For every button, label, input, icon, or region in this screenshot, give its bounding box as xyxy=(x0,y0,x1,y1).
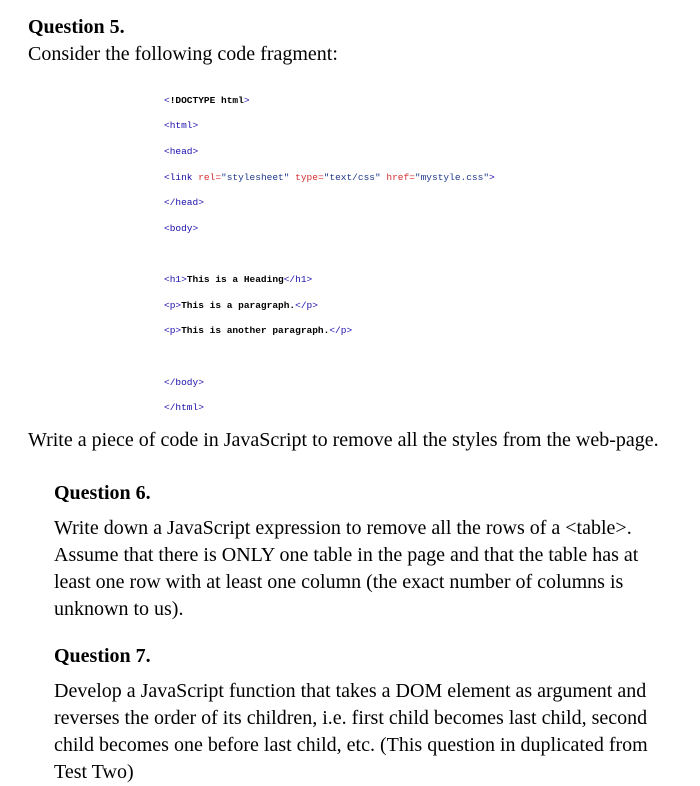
code-line: <!DOCTYPE html> xyxy=(164,95,672,108)
question-7-body: Develop a JavaScript function that takes… xyxy=(54,678,672,786)
question-6: Question 6. Write down a JavaScript expr… xyxy=(28,482,672,623)
question-6-heading: Question 6. xyxy=(54,482,672,505)
code-line: <body> xyxy=(164,223,672,236)
code-line: <h1>This is a Heading</h1> xyxy=(164,274,672,287)
code-line: <p>This is a paragraph.</p> xyxy=(164,300,672,313)
question-5: Question 5. Consider the following code … xyxy=(28,16,672,454)
code-line: <html> xyxy=(164,120,672,133)
code-line: </body> xyxy=(164,377,672,390)
question-5-body: Write a piece of code in JavaScript to r… xyxy=(28,427,672,454)
code-line: <p>This is another paragraph.</p> xyxy=(164,325,672,338)
question-5-heading: Question 5. xyxy=(28,16,672,39)
code-line: <head> xyxy=(164,146,672,159)
code-line: </html> xyxy=(164,402,672,415)
code-fragment: <!DOCTYPE html> <html> <head> <link rel=… xyxy=(164,82,672,415)
code-line: </head> xyxy=(164,197,672,210)
question-7-heading: Question 7. xyxy=(54,645,672,668)
question-7: Question 7. Develop a JavaScript functio… xyxy=(28,645,672,786)
question-6-body: Write down a JavaScript expression to re… xyxy=(54,515,672,623)
question-5-intro: Consider the following code fragment: xyxy=(28,43,672,66)
code-line: <link rel="stylesheet" type="text/css" h… xyxy=(164,172,672,185)
code-line xyxy=(164,249,672,262)
code-line xyxy=(164,351,672,364)
